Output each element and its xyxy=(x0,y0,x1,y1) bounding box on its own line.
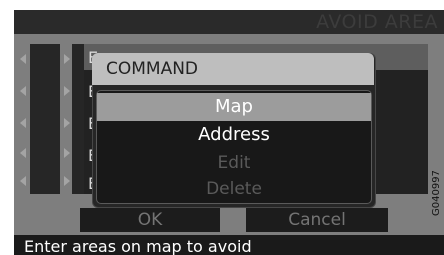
menu-item-address[interactable]: Address xyxy=(97,121,371,149)
scroll-column xyxy=(30,44,60,194)
arrow-right-icon[interactable] xyxy=(64,118,70,128)
arrow-left-icon[interactable] xyxy=(20,86,26,96)
arrow-right-icon[interactable] xyxy=(64,86,70,96)
cancel-button[interactable]: Cancel xyxy=(246,208,388,232)
ok-button[interactable]: OK xyxy=(80,208,220,232)
menu-item-edit: Edit xyxy=(217,153,251,173)
arrow-left-icon[interactable] xyxy=(20,54,26,64)
figure-code: G040997 xyxy=(431,170,442,216)
status-text: Enter areas on map to avoid xyxy=(24,237,252,255)
arrow-right-icon[interactable] xyxy=(64,54,70,64)
menu-item-map[interactable]: Map xyxy=(97,93,371,121)
dialog-title-bar: COMMAND xyxy=(92,53,374,85)
page-title: AVOID AREA xyxy=(316,11,438,33)
arrow-left-icon[interactable] xyxy=(20,118,26,128)
navigation-screen: AVOID AREA E E E E E COMMAND Map Address… xyxy=(14,10,444,255)
menu-item-delete: Delete xyxy=(206,179,262,199)
header-bar: AVOID AREA xyxy=(14,10,444,34)
status-bar: Enter areas on map to avoid xyxy=(14,235,444,255)
dialog-title: COMMAND xyxy=(106,59,199,79)
arrow-left-icon[interactable] xyxy=(20,148,26,158)
arrow-right-icon[interactable] xyxy=(64,148,70,158)
command-menu: Map Address Edit Delete xyxy=(96,90,372,204)
arrow-left-icon[interactable] xyxy=(20,176,26,186)
arrow-right-icon[interactable] xyxy=(64,176,70,186)
